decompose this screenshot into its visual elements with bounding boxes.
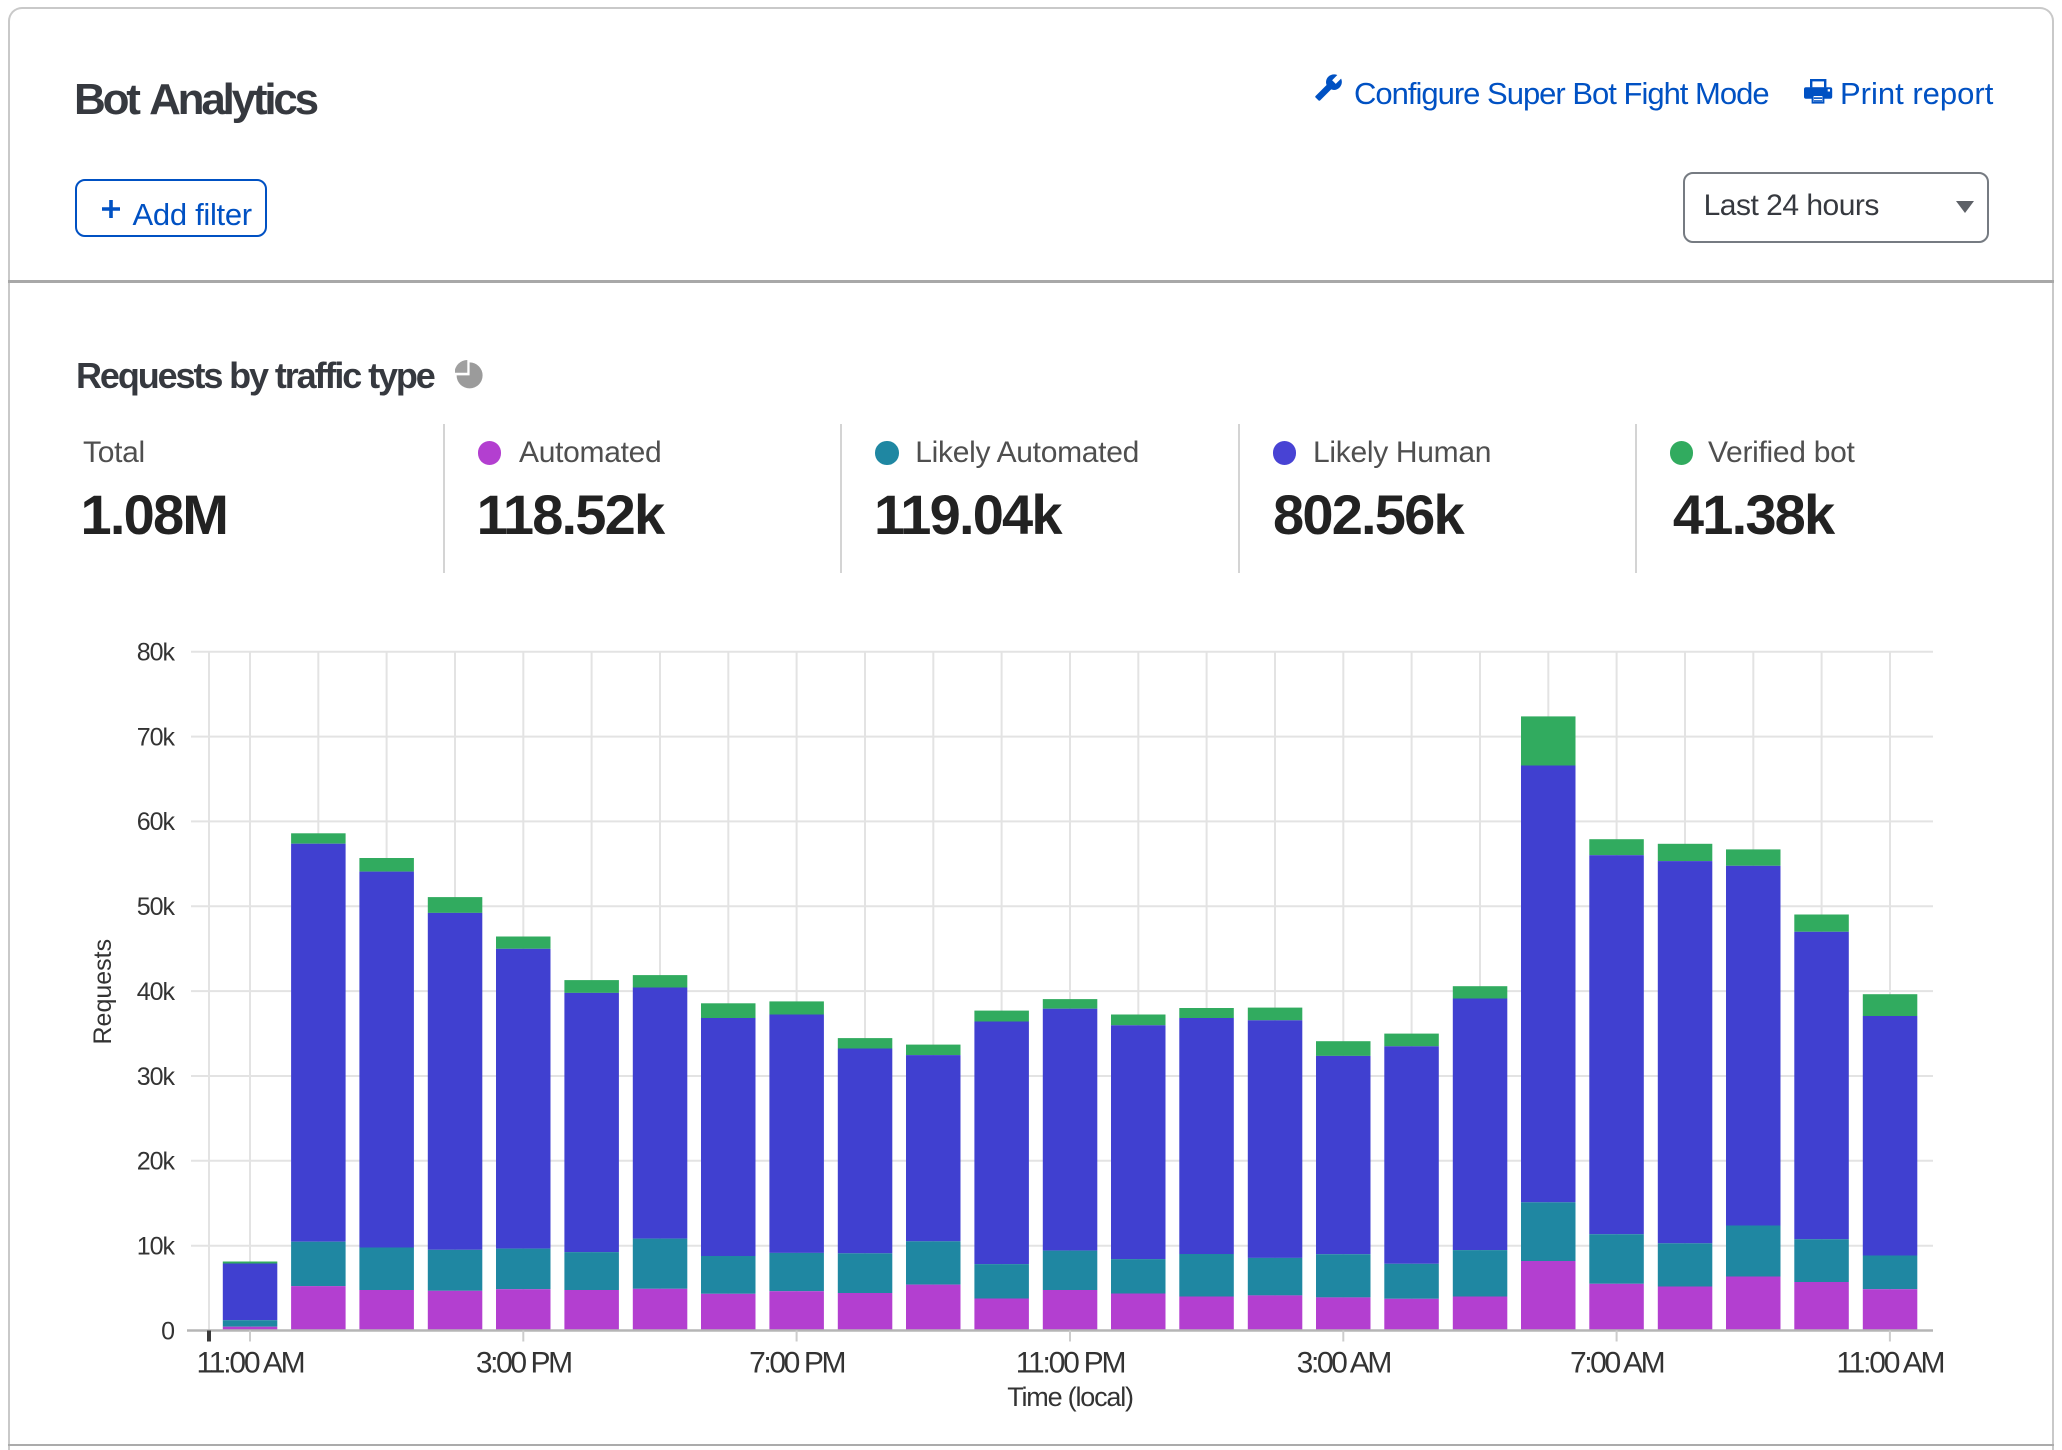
svg-text:40k: 40k [137,978,176,1006]
svg-text:30k: 30k [137,1063,176,1091]
svg-text:60k: 60k [137,808,176,836]
svg-text:11:00 PM: 11:00 PM [1016,1346,1125,1379]
svg-text:70k: 70k [137,723,176,751]
svg-text:7:00 AM: 7:00 AM [1570,1346,1664,1379]
svg-text:7:00 PM: 7:00 PM [749,1346,844,1379]
svg-text:80k: 80k [137,639,176,667]
svg-text:20k: 20k [137,1148,176,1176]
svg-text:3:00 PM: 3:00 PM [476,1346,571,1379]
svg-text:50k: 50k [137,893,176,921]
svg-text:11:00 AM: 11:00 AM [1836,1346,1943,1379]
svg-text:Time (local): Time (local) [1007,1382,1133,1412]
svg-text:3:00 AM: 3:00 AM [1297,1346,1391,1379]
svg-text:11:00 AM: 11:00 AM [197,1346,304,1379]
svg-text:Requests: Requests [89,939,117,1045]
svg-text:10k: 10k [137,1233,176,1261]
svg-text:0: 0 [161,1317,174,1345]
